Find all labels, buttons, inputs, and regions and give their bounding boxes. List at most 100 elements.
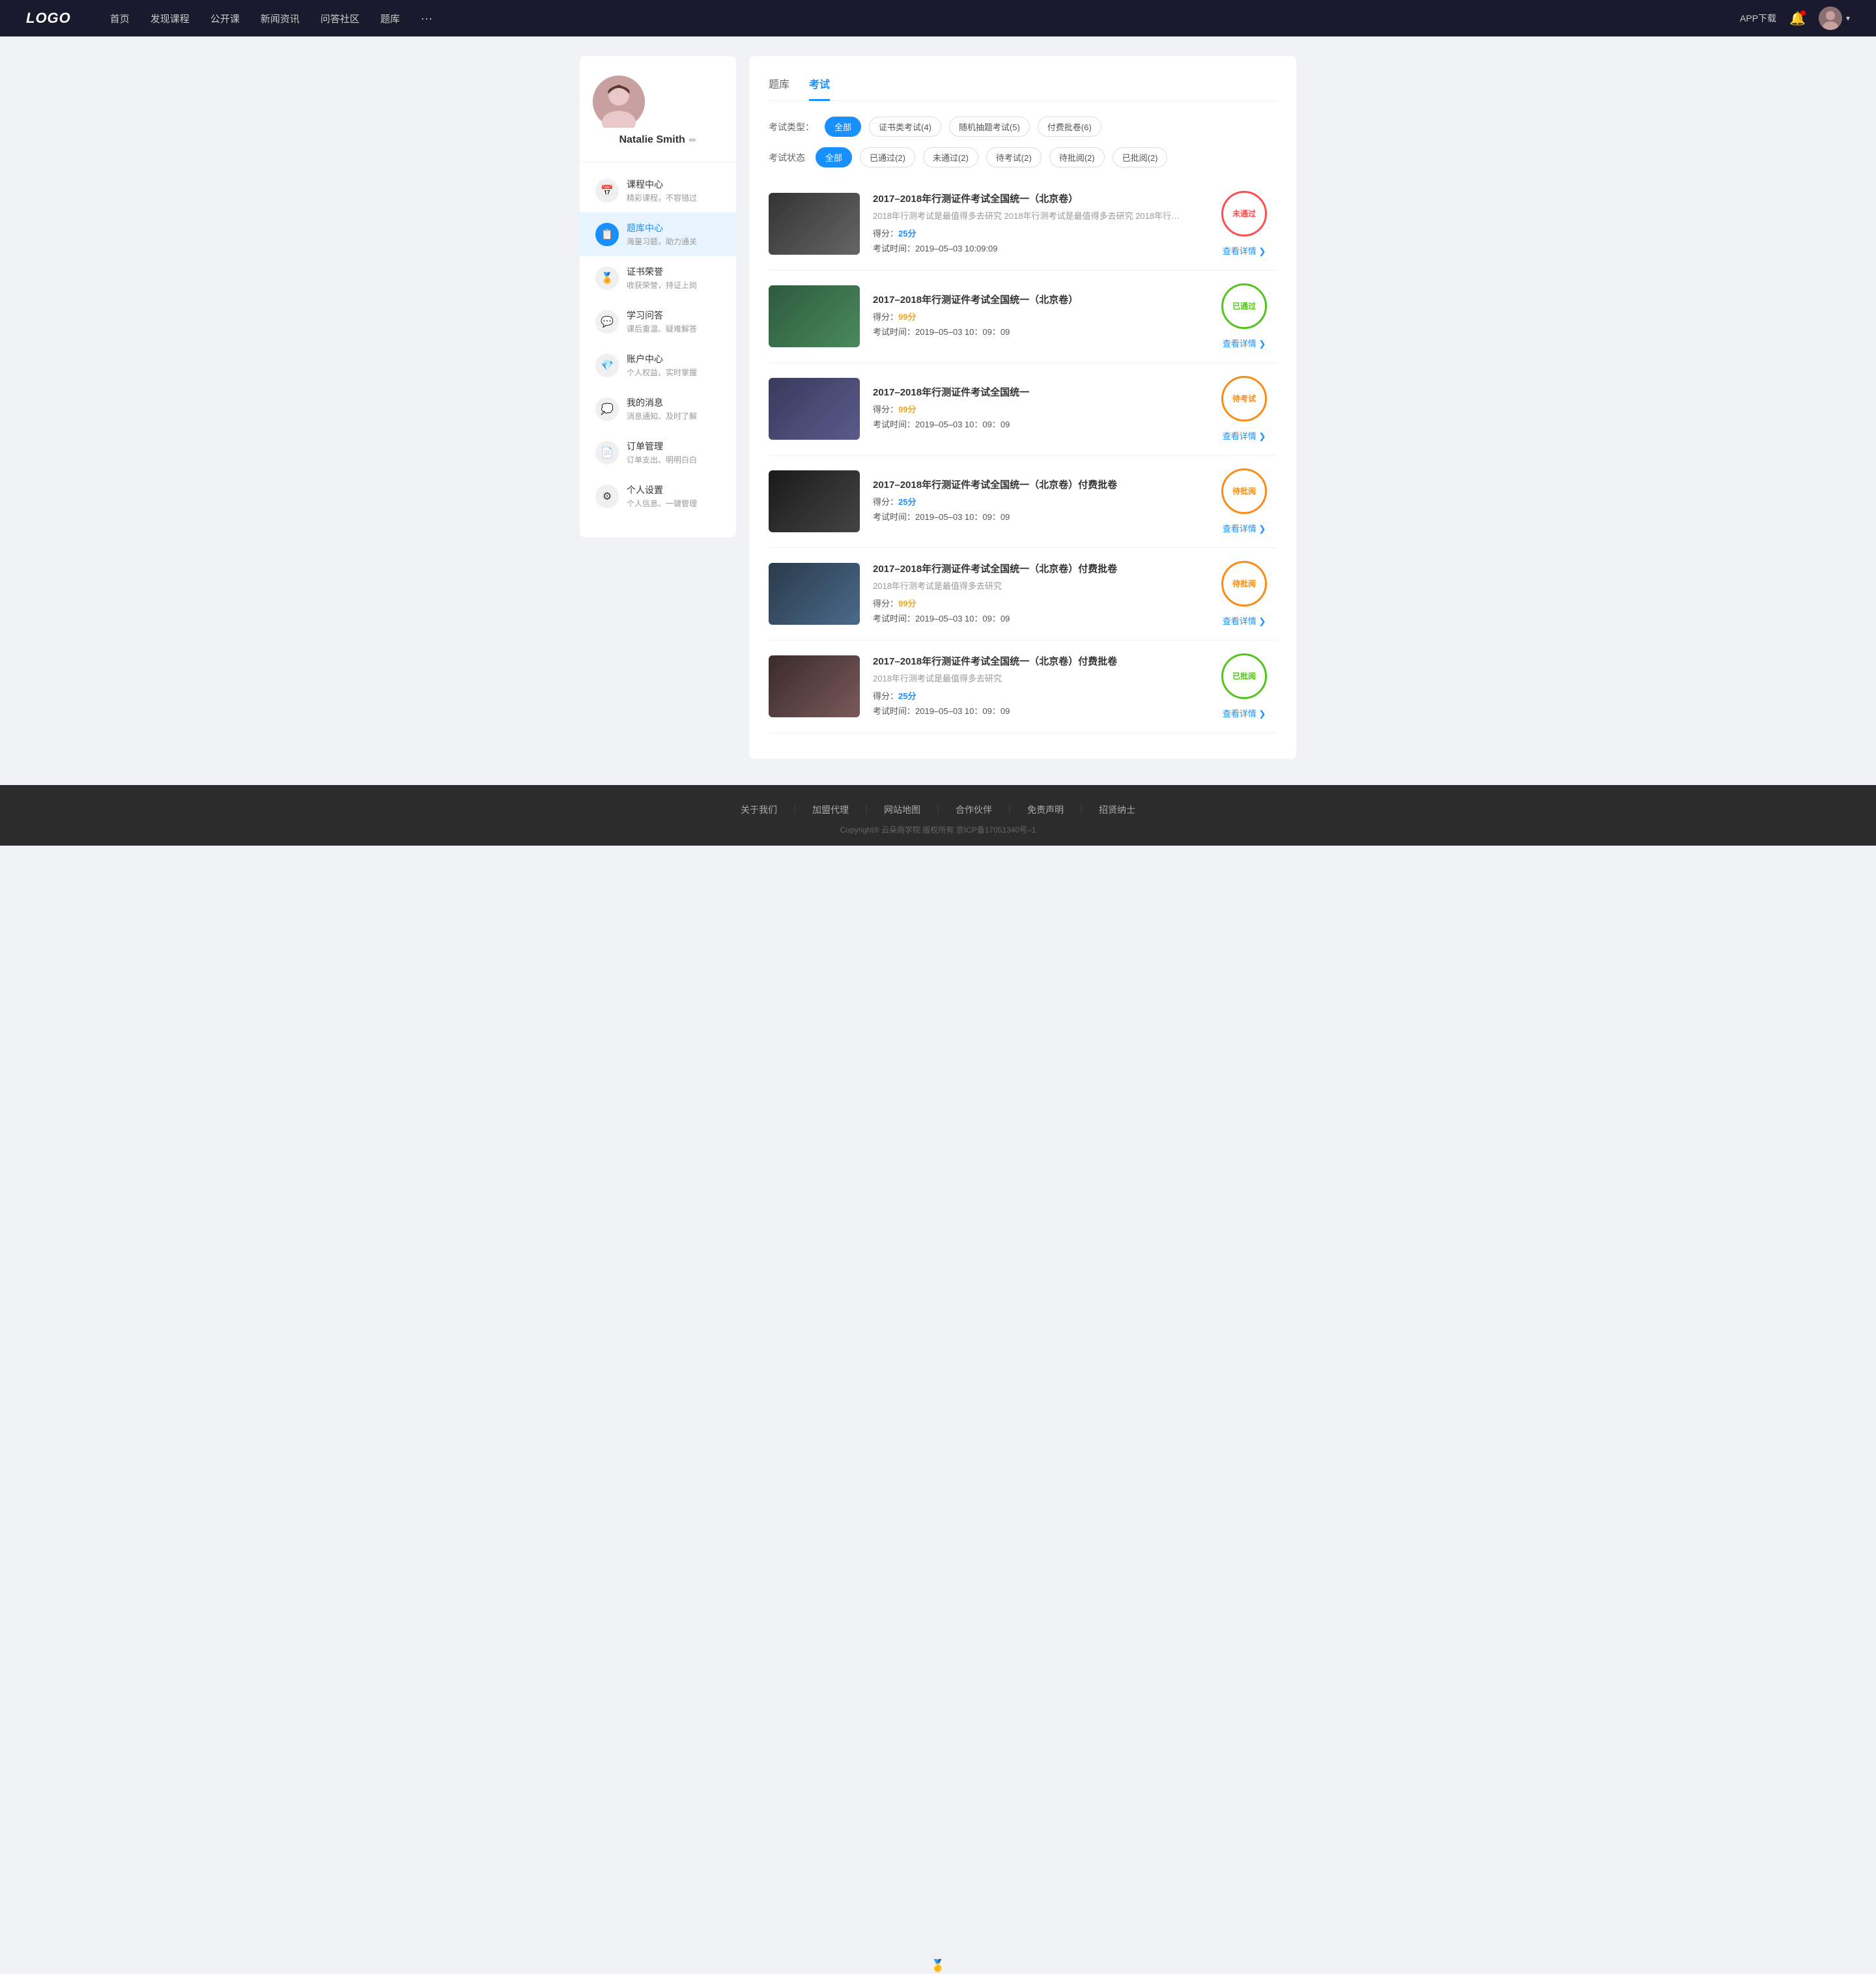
status-stamp-4: 待批阅 bbox=[1221, 468, 1267, 514]
exam-desc-5: 2018年行测考试是最值得多去研究 bbox=[873, 579, 1199, 592]
filter-passed-status[interactable]: 已通过(2) bbox=[860, 147, 915, 167]
exam-item-1: 2017–2018年行测证件考试全国统一（北京卷） 2018年行测考试是最值得多… bbox=[769, 178, 1277, 270]
sidebar: 🥇 Natalie Smith ✏ 📅 课程中心 精彩课程，不容错过 📋 题库中… bbox=[580, 56, 736, 537]
notification-bell-icon[interactable]: 🔔 bbox=[1789, 10, 1806, 27]
exam-time-3: 考试时间：2019–05–03 10：09：09 bbox=[873, 418, 1199, 430]
sidebar-item-course[interactable]: 📅 课程中心 精彩课程，不容错过 bbox=[580, 169, 736, 212]
exam-title-5: 2017–2018年行测证件考试全国统一（北京卷）付费批卷 bbox=[873, 562, 1199, 575]
account-text: 账户中心 个人权益、实时掌握 bbox=[627, 352, 697, 378]
filter-paid-type[interactable]: 付费批卷(6) bbox=[1038, 117, 1101, 137]
exam-time-1: 考试时间：2019–05–03 10:09:09 bbox=[873, 242, 1199, 254]
settings-title: 个人设置 bbox=[627, 483, 697, 496]
exam-info-5: 2017–2018年行测证件考试全国统一（北京卷）付费批卷 2018年行测考试是… bbox=[873, 562, 1199, 627]
footer-divider-5: ｜ bbox=[1077, 803, 1086, 816]
view-detail-4[interactable]: 查看详情 ❯ bbox=[1223, 522, 1266, 534]
question-bank-icon: 📋 bbox=[595, 223, 619, 246]
chevron-down-icon: ▾ bbox=[1846, 14, 1850, 23]
exam-title-4: 2017–2018年行测证件考试全国统一（北京卷）付费批卷 bbox=[873, 478, 1199, 491]
sidebar-item-honor[interactable]: 🏅 证书荣誉 收获荣誉，持证上岗 bbox=[580, 256, 736, 300]
user-avatar-wrap[interactable]: ▾ bbox=[1819, 7, 1850, 30]
view-detail-2[interactable]: 查看详情 ❯ bbox=[1223, 337, 1266, 349]
exam-info-1: 2017–2018年行测证件考试全国统一（北京卷） 2018年行测考试是最值得多… bbox=[873, 192, 1199, 257]
exam-item-5: 2017–2018年行测证件考试全国统一（北京卷）付费批卷 2018年行测考试是… bbox=[769, 548, 1277, 640]
footer-divider-4: ｜ bbox=[1005, 803, 1014, 816]
view-detail-6[interactable]: 查看详情 ❯ bbox=[1223, 707, 1266, 719]
exam-list: 2017–2018年行测证件考试全国统一（北京卷） 2018年行测考试是最值得多… bbox=[769, 178, 1277, 733]
message-title: 我的消息 bbox=[627, 396, 697, 409]
tab-question-bank[interactable]: 题库 bbox=[769, 76, 789, 101]
filter-pending-review-status[interactable]: 待批阅(2) bbox=[1049, 147, 1105, 167]
exam-score-5: 得分：99分 bbox=[873, 597, 1199, 609]
exam-score-2: 得分：99分 bbox=[873, 310, 1199, 322]
page-wrap: 🥇 Natalie Smith ✏ 📅 课程中心 精彩课程，不容错过 📋 题库中… bbox=[580, 56, 1296, 759]
nav-home[interactable]: 首页 bbox=[110, 12, 130, 25]
sidebar-item-question-bank[interactable]: 📋 题库中心 海量习题，助力通关 bbox=[580, 212, 736, 256]
footer-link-5[interactable]: 招贤纳士 bbox=[1099, 803, 1135, 816]
exam-score-4: 得分：25分 bbox=[873, 495, 1199, 508]
footer-link-3[interactable]: 合作伙伴 bbox=[956, 803, 992, 816]
nav-courses[interactable]: 发现课程 bbox=[150, 12, 190, 25]
settings-sub: 个人信息、一键管理 bbox=[627, 498, 697, 509]
honor-text: 证书荣誉 收获荣誉，持证上岗 bbox=[627, 265, 697, 291]
nav-open[interactable]: 公开课 bbox=[210, 12, 240, 25]
sidebar-item-study-qa[interactable]: 💬 学习问答 课后重温、疑难解答 bbox=[580, 300, 736, 343]
exam-time-4: 考试时间：2019–05–03 10：09：09 bbox=[873, 510, 1199, 522]
exam-desc-1: 2018年行测考试是最值得多去研究 2018年行测考试是最值得多去研究 2018… bbox=[873, 209, 1199, 222]
nav-bank[interactable]: 题库 bbox=[380, 12, 400, 25]
footer-link-1[interactable]: 加盟代理 bbox=[812, 803, 849, 816]
tab-exam[interactable]: 考试 bbox=[809, 76, 830, 101]
study-qa-icon: 💬 bbox=[595, 310, 619, 334]
filter-pending-exam-status[interactable]: 待考试(2) bbox=[986, 147, 1042, 167]
exam-info-2: 2017–2018年行测证件考试全国统一（北京卷） 得分：99分 考试时间：20… bbox=[873, 293, 1199, 340]
filter-all-status[interactable]: 全部 bbox=[816, 147, 852, 167]
filter-random-type[interactable]: 随机抽题考试(5) bbox=[949, 117, 1030, 137]
sidebar-item-message[interactable]: 💭 我的消息 消息通知、及时了解 bbox=[580, 387, 736, 431]
status-stamp-1: 未通过 bbox=[1221, 191, 1267, 236]
exam-desc-6: 2018年行测考试是最值得多去研究 bbox=[873, 672, 1199, 684]
view-detail-3[interactable]: 查看详情 ❯ bbox=[1223, 429, 1266, 442]
status-stamp-6: 已批阅 bbox=[1221, 653, 1267, 699]
filter-cert-type[interactable]: 证书类考试(4) bbox=[869, 117, 941, 137]
exam-item-6: 2017–2018年行测证件考试全国统一（北京卷）付费批卷 2018年行测考试是… bbox=[769, 640, 1277, 733]
course-text: 课程中心 精彩课程，不容错过 bbox=[627, 178, 697, 203]
sidebar-item-account[interactable]: 💎 账户中心 个人权益、实时掌握 bbox=[580, 343, 736, 387]
footer-link-2[interactable]: 网站地图 bbox=[884, 803, 920, 816]
header-right: APP下载 🔔 ▾ bbox=[1740, 7, 1850, 30]
footer-links: 关于我们｜加盟代理｜网站地图｜合作伙伴｜免责声明｜招贤纳士 bbox=[0, 803, 1876, 816]
footer-link-0[interactable]: 关于我们 bbox=[741, 803, 777, 816]
exam-score-1: 得分：25分 bbox=[873, 227, 1199, 239]
footer-divider-2: ｜ bbox=[862, 803, 871, 816]
sidebar-item-order[interactable]: 📄 订单管理 订单支出、明明白白 bbox=[580, 431, 736, 474]
filter-failed-status[interactable]: 未通过(2) bbox=[923, 147, 978, 167]
exam-title-2: 2017–2018年行测证件考试全国统一（北京卷） bbox=[873, 293, 1199, 306]
question-bank-title: 题库中心 bbox=[627, 222, 697, 235]
nav-more[interactable]: ··· bbox=[421, 12, 433, 25]
order-text: 订单管理 订单支出、明明白白 bbox=[627, 440, 697, 465]
exam-status-filter-row: 考试状态 全部 已通过(2) 未通过(2) 待考试(2) 待批阅(2) 已批阅(… bbox=[769, 147, 1277, 167]
nav-qa[interactable]: 问答社区 bbox=[320, 12, 360, 25]
edit-profile-icon[interactable]: ✏ bbox=[689, 135, 697, 146]
filter-all-type[interactable]: 全部 bbox=[825, 117, 861, 137]
footer-divider-3: ｜ bbox=[933, 803, 943, 816]
honor-icon: 🏅 bbox=[595, 266, 619, 290]
sidebar-item-settings[interactable]: ⚙ 个人设置 个人信息、一键管理 bbox=[580, 474, 736, 518]
exam-title-1: 2017–2018年行测证件考试全国统一（北京卷） bbox=[873, 192, 1199, 205]
view-detail-5[interactable]: 查看详情 ❯ bbox=[1223, 614, 1266, 627]
footer-link-4[interactable]: 免责声明 bbox=[1027, 803, 1064, 816]
app-download-link[interactable]: APP下载 bbox=[1740, 12, 1776, 25]
filter-reviewed-status[interactable]: 已批阅(2) bbox=[1113, 147, 1168, 167]
exam-thumb-1 bbox=[769, 193, 860, 255]
exam-action-1: 未通过 查看详情 ❯ bbox=[1212, 191, 1277, 257]
settings-text: 个人设置 个人信息、一键管理 bbox=[627, 483, 697, 509]
order-sub: 订单支出、明明白白 bbox=[627, 454, 697, 465]
exam-action-3: 待考试 查看详情 ❯ bbox=[1212, 376, 1277, 442]
logo: LOGO bbox=[26, 10, 71, 27]
view-detail-1[interactable]: 查看详情 ❯ bbox=[1223, 244, 1266, 257]
account-title: 账户中心 bbox=[627, 352, 697, 365]
account-icon: 💎 bbox=[595, 354, 619, 377]
exam-title-6: 2017–2018年行测证件考试全国统一（北京卷）付费批卷 bbox=[873, 654, 1199, 668]
nav-news[interactable]: 新闻资讯 bbox=[261, 12, 300, 25]
status-stamp-2: 已通过 bbox=[1221, 283, 1267, 329]
exam-info-4: 2017–2018年行测证件考试全国统一（北京卷）付费批卷 得分：25分 考试时… bbox=[873, 478, 1199, 525]
exam-item-2: 2017–2018年行测证件考试全国统一（北京卷） 得分：99分 考试时间：20… bbox=[769, 270, 1277, 363]
